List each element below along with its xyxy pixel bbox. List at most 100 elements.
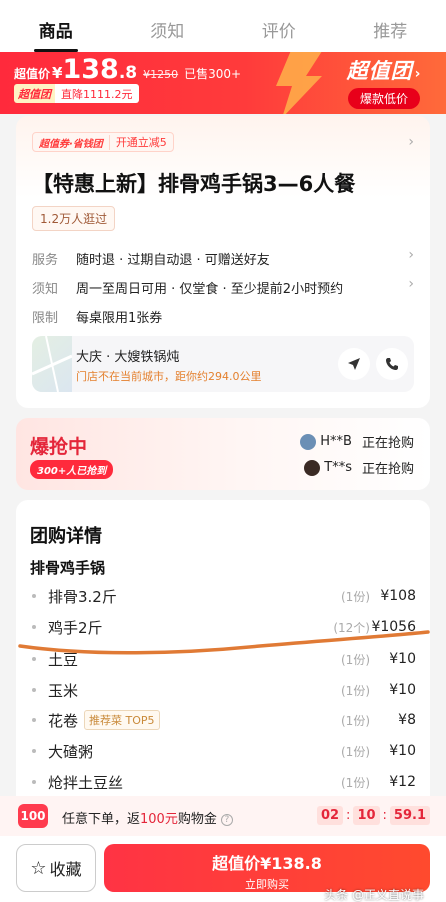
info-value: 随时退 · 过期自动退 · 可赠送好友 <box>76 253 270 268</box>
price-prefix: 超值价 <box>14 67 51 81</box>
map-thumbnail <box>31 335 73 393</box>
coupon-offer: 开通立减5 <box>115 136 167 149</box>
favorite-label: 收藏 <box>49 860 82 879</box>
item-price: ¥10 <box>389 743 416 759</box>
list-item: 鸡手2斤 (12个) ¥1056 <box>30 615 416 639</box>
call-button[interactable] <box>376 348 408 380</box>
chevron-right-icon[interactable]: › <box>408 134 414 150</box>
flash-sale-count: 300+人已抢到 <box>30 460 114 479</box>
bullet-icon <box>32 688 36 692</box>
item-qty: (1份) <box>341 589 370 604</box>
item-price: ¥10 <box>389 651 416 667</box>
info-row-notice[interactable]: 须知 周一至周日可用 · 仅堂食 · 至少提前2小时预约 <box>32 278 343 297</box>
recommend-tag: 推荐菜 TOP5 <box>84 710 160 730</box>
avatar <box>304 459 321 476</box>
buyer-row: H**B 正在抢购 <box>300 432 414 451</box>
item-name: 土豆 <box>48 650 79 669</box>
buyer-status: 正在抢购 <box>361 462 414 477</box>
chevron-right-icon[interactable]: › <box>408 276 414 292</box>
item-name: 炝拌土豆丝 <box>48 773 124 792</box>
cashback-promo-bar[interactable]: 100 任意下单，返100元购物金? 02 : 10 : 59.1 <box>0 796 446 836</box>
tab-notice[interactable]: 须知 <box>112 0 224 52</box>
store-card[interactable]: 大庆 · 大嫂铁锅炖 门店不在当前城市，距你约294.0公里 <box>31 335 414 393</box>
list-item: 土豆 (1份) ¥10 <box>30 647 416 671</box>
flash-sale-title: 爆抢中 <box>30 436 88 458</box>
cashback-badge: 100 <box>18 804 48 828</box>
product-title: 【特惠上新】排骨鸡手锅3—6人餐 <box>32 172 356 196</box>
group-detail-card: 团购详情 排骨鸡手锅 排骨3.2斤 (1份) ¥108 鸡手2斤 (12个) ¥… <box>16 500 430 810</box>
item-price: ¥108 <box>380 588 416 604</box>
item-qty: (1份) <box>341 652 370 667</box>
tab-product[interactable]: 商品 <box>0 0 112 52</box>
timer-seconds: 59.1 <box>389 806 430 825</box>
buy-price-label: 超值价¥138.8 <box>212 854 322 873</box>
item-name: 排骨3.2斤 <box>48 587 117 606</box>
timer-hours: 02 <box>316 806 344 825</box>
star-icon: ☆ <box>30 857 47 879</box>
item-qty: (1份) <box>341 775 370 790</box>
coupon-tag: 超值券·省钱团 <box>33 134 110 150</box>
buyer-row: T**s 正在抢购 <box>304 458 414 477</box>
tab-recommend[interactable]: 推荐 <box>335 0 446 52</box>
timer-minutes: 10 <box>353 806 380 825</box>
bullet-icon <box>32 749 36 753</box>
chevron-right-icon: › <box>414 66 422 82</box>
item-name: 大碴粥 <box>48 742 94 761</box>
coupon-row[interactable]: 超值券·省钱团 开通立减5 <box>32 132 174 152</box>
info-value: 周一至周日可用 · 仅堂食 · 至少提前2小时预约 <box>76 282 344 297</box>
sold-count: 已售300+ <box>184 67 242 81</box>
tab-reviews[interactable]: 评价 <box>223 0 335 52</box>
price-integer: 138 <box>62 54 119 85</box>
discount-tag: 超值团 直降1111.2元 <box>14 84 139 103</box>
brand-pill: 爆款低价 <box>347 88 420 109</box>
currency-symbol: ¥ <box>52 64 63 82</box>
bullet-icon <box>32 657 36 661</box>
buyer-status: 正在抢购 <box>361 436 414 451</box>
store-distance: 门店不在当前城市，距你约294.0公里 <box>76 370 262 383</box>
visitor-badge: 1.2万人逛过 <box>32 206 116 231</box>
cashback-text: 任意下单，返100元购物金? <box>62 808 233 827</box>
buyer-name: T**s <box>324 460 352 475</box>
price-banner[interactable]: 超值价 ¥ 138 .8 ¥1250 已售300+ 超值团 直降1111.2元 … <box>0 52 446 114</box>
info-label: 须知 <box>32 282 59 297</box>
brand-title: 超值团 › <box>346 59 422 83</box>
discount-amount: 直降1111.2元 <box>55 84 139 103</box>
brand-block[interactable]: 超值团 › 爆款低价 <box>334 55 434 109</box>
info-label: 服务 <box>32 253 59 268</box>
list-item: 排骨3.2斤 (1份) ¥108 <box>30 584 416 608</box>
lightning-icon <box>276 52 322 114</box>
bullet-icon <box>32 625 36 629</box>
brand-tag: 超值团 <box>14 84 55 103</box>
item-qty: (12个) <box>333 620 370 635</box>
favorite-button[interactable]: ☆ 收藏 <box>16 844 96 892</box>
watermark: 头条 @正义直说事 <box>324 888 424 902</box>
item-name: 鸡手2斤 <box>48 618 103 637</box>
item-qty: (1份) <box>341 683 370 698</box>
original-price: ¥1250 <box>143 68 179 81</box>
help-icon[interactable]: ? <box>220 814 233 826</box>
info-label: 限制 <box>32 311 59 326</box>
store-name: 大庆 · 大嫂铁锅炖 <box>76 350 180 365</box>
info-row-limit: 限制 每桌限用1张券 <box>32 307 162 326</box>
top-tab-bar: 商品 须知 评价 推荐 <box>0 0 446 52</box>
item-price: ¥8 <box>398 712 416 728</box>
flash-sale-card: 爆抢中 300+人已抢到 H**B 正在抢购 T**s 正在抢购 <box>16 418 430 490</box>
list-item: 花卷 推荐菜 TOP5 (1份) ¥8 <box>30 708 416 732</box>
navigate-button[interactable] <box>338 348 370 380</box>
item-price: ¥10 <box>389 682 416 698</box>
phone-icon <box>386 358 398 370</box>
bullet-icon <box>32 594 36 598</box>
item-price: ¥12 <box>389 774 416 790</box>
buy-now-button[interactable]: 超值价¥138.8 立即购买 头条 @正义直说事 <box>104 844 430 902</box>
bullet-icon <box>32 780 36 784</box>
item-price: ¥1056 <box>371 619 416 635</box>
avatar <box>300 433 317 450</box>
info-row-service[interactable]: 服务 随时退 · 过期自动退 · 可赠送好友 <box>32 249 270 268</box>
countdown-timer: 02 : 10 : 59.1 <box>316 806 430 825</box>
price-decimal: .8 <box>118 63 138 83</box>
chevron-right-icon[interactable]: › <box>408 247 414 263</box>
item-name: 玉米 <box>48 681 79 700</box>
info-value: 每桌限用1张券 <box>76 311 163 326</box>
section-title: 团购详情 <box>30 526 102 547</box>
package-name: 排骨鸡手锅 <box>30 559 106 577</box>
